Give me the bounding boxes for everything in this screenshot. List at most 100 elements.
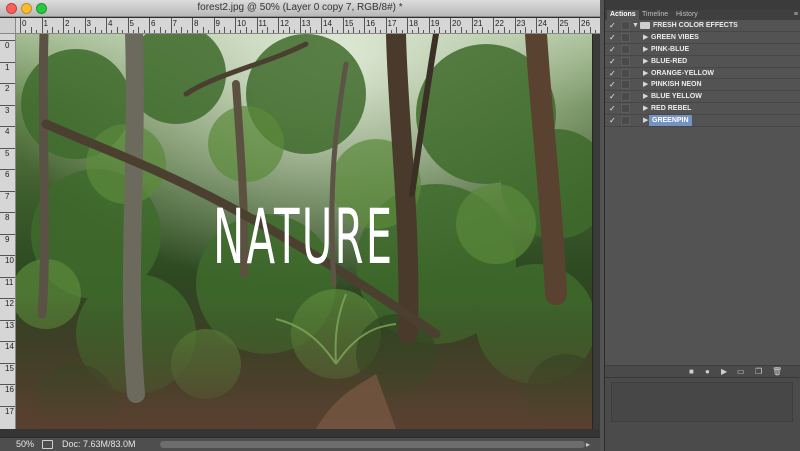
expand-triangle-icon[interactable]: ▶ (643, 79, 648, 90)
ruler-tick (0, 233, 15, 235)
new-set-icon[interactable]: ▭ (737, 367, 745, 377)
tab-timeline[interactable]: Timeline (639, 10, 671, 20)
action-row[interactable]: ✓ ▶ PINKISH NEON (605, 79, 800, 92)
ruler-top-label: 1 (43, 19, 48, 28)
toggle-check-icon[interactable]: ✓ (609, 32, 616, 43)
ruler-tick (326, 30, 328, 33)
ruler-tick (57, 30, 59, 33)
panel-header-strip[interactable] (605, 0, 800, 10)
expand-triangle-icon[interactable]: ▶ (643, 103, 648, 114)
ruler-left-label: 13 (5, 320, 14, 330)
play-icon[interactable]: ▶ (721, 367, 727, 377)
ruler-tick (589, 27, 591, 33)
actions-panel: Actions Timeline History ≡ ✓ ▼ FRESH COL… (604, 0, 800, 451)
ruler-tick (89, 30, 91, 33)
toggle-check-icon[interactable]: ✓ (609, 91, 616, 102)
title-bar[interactable]: forest2.jpg @ 50% (Layer 0 copy 7, RGB/8… (0, 0, 600, 17)
new-action-icon[interactable]: ❐ (755, 367, 762, 377)
ruler-tick (30, 27, 32, 33)
tab-history[interactable]: History (673, 10, 701, 20)
ruler-top-label: 9 (215, 19, 220, 28)
toggle-check-icon[interactable]: ✓ (609, 79, 616, 90)
toggle-check-icon[interactable]: ✓ (609, 68, 616, 79)
ruler-left-label: 3 (5, 105, 10, 115)
ruler-left-label: 4 (5, 127, 10, 136)
toggle-check-icon[interactable]: ✓ (609, 20, 616, 31)
expand-triangle-icon[interactable]: ▶ (643, 115, 648, 126)
ruler-tick (380, 30, 382, 33)
expand-triangle-icon[interactable]: ▶ (643, 68, 648, 79)
expand-triangle-icon[interactable]: ▶ (643, 56, 648, 67)
action-set-row[interactable]: ✓ ▼ FRESH COLOR EFFECTS (605, 20, 800, 32)
action-row[interactable]: ✓ ▶ BLUE-RED (605, 55, 800, 68)
ruler-left-label: 17 (5, 406, 14, 416)
collapse-triangle-icon[interactable]: ▼ (632, 20, 639, 31)
toggle-check-icon[interactable]: ✓ (609, 56, 616, 67)
ruler-left-label: 14 (5, 342, 14, 351)
ruler-origin[interactable] (0, 18, 16, 34)
ruler-top-label: 4 (108, 19, 113, 28)
ruler-tick (165, 30, 167, 33)
image-canvas[interactable]: NATURE (16, 34, 592, 429)
dialog-toggle[interactable] (621, 56, 630, 66)
action-row[interactable]: ✓ ▶ RED REBEL (605, 103, 800, 116)
vertical-scrollbar[interactable] (592, 34, 600, 429)
scroll-right-icon[interactable]: ▸ (586, 440, 590, 449)
ruler-tick (224, 27, 226, 33)
lower-panel (605, 377, 800, 451)
dialog-toggle[interactable] (621, 116, 630, 126)
action-row[interactable]: ✓ ▶ ORANGE-YELLOW (605, 67, 800, 80)
ruler-tick (251, 30, 253, 33)
horizontal-ruler[interactable]: 0 1 2 3 4 5 6 7 8 9 10 11 12 13 14 15 16 17 18 19 20 21 22 23 24… (16, 18, 600, 34)
ruler-tick (229, 30, 231, 33)
panel-menu-icon[interactable]: ≡ (794, 10, 798, 20)
ruler-tick (374, 27, 376, 33)
ruler-tick (261, 30, 263, 33)
action-row[interactable]: ✓ ▶ GREEN VIBES (605, 31, 800, 44)
toggle-check-icon[interactable]: ✓ (609, 115, 616, 126)
ruler-tick (390, 30, 392, 33)
ruler-tick (552, 30, 554, 33)
document-size[interactable]: Doc: 7.63M/83.0M (62, 439, 136, 449)
ruler-top-label: 5 (129, 19, 134, 28)
ruler-top-label: 11 (258, 19, 267, 28)
dialog-toggle[interactable] (621, 68, 630, 78)
dialog-toggle[interactable] (621, 80, 630, 90)
expand-triangle-icon[interactable]: ▶ (643, 32, 648, 43)
ruler-tick (213, 18, 215, 33)
expand-triangle-icon[interactable]: ▶ (643, 91, 648, 102)
ruler-tick (0, 147, 15, 149)
trash-icon[interactable]: 🗑 (772, 367, 782, 377)
vertical-ruler[interactable]: 0 1 2 3 4 5 6 7 8 9 10 11 12 13 14 15 16 17 (0, 34, 16, 434)
dialog-toggle[interactable] (621, 92, 630, 102)
horizontal-scrollbar[interactable] (160, 441, 585, 448)
ruler-tick (63, 18, 64, 33)
dialog-toggle[interactable] (621, 104, 630, 114)
record-icon[interactable]: ● (705, 367, 710, 377)
dialog-toggle[interactable] (621, 32, 630, 42)
ruler-left-label: 11 (5, 277, 14, 287)
ruler-top-label: 23 (516, 19, 526, 28)
ruler-tick (154, 30, 156, 33)
ruler-tick (530, 30, 532, 33)
toggle-check-icon[interactable]: ✓ (609, 44, 616, 55)
action-row[interactable]: ✓ ▶ BLUE YELLOW (605, 91, 800, 104)
ruler-tick (95, 27, 97, 33)
action-label: BLUE-RED (651, 57, 688, 65)
tab-actions[interactable]: Actions (607, 10, 639, 20)
ruler-left-label: 0 (5, 41, 10, 50)
ruler-top-label: 0 (22, 19, 27, 28)
action-row[interactable]: ✓ ▶ PINK-BLUE (605, 43, 800, 56)
ruler-tick (358, 30, 360, 33)
dialog-toggle[interactable] (621, 21, 630, 30)
ruler-left-label: 1 (5, 62, 10, 72)
expand-triangle-icon[interactable]: ▶ (643, 44, 648, 55)
dialog-toggle[interactable] (621, 44, 630, 54)
zoom-level[interactable]: 50% (16, 439, 34, 449)
stop-icon[interactable]: ■ (689, 367, 694, 377)
action-row[interactable]: ✓ ▶ GREENPIN (605, 115, 800, 128)
ruler-tick (197, 30, 199, 33)
toggle-check-icon[interactable]: ✓ (609, 103, 616, 114)
ruler-tick (546, 27, 548, 33)
share-icon[interactable] (42, 440, 53, 449)
